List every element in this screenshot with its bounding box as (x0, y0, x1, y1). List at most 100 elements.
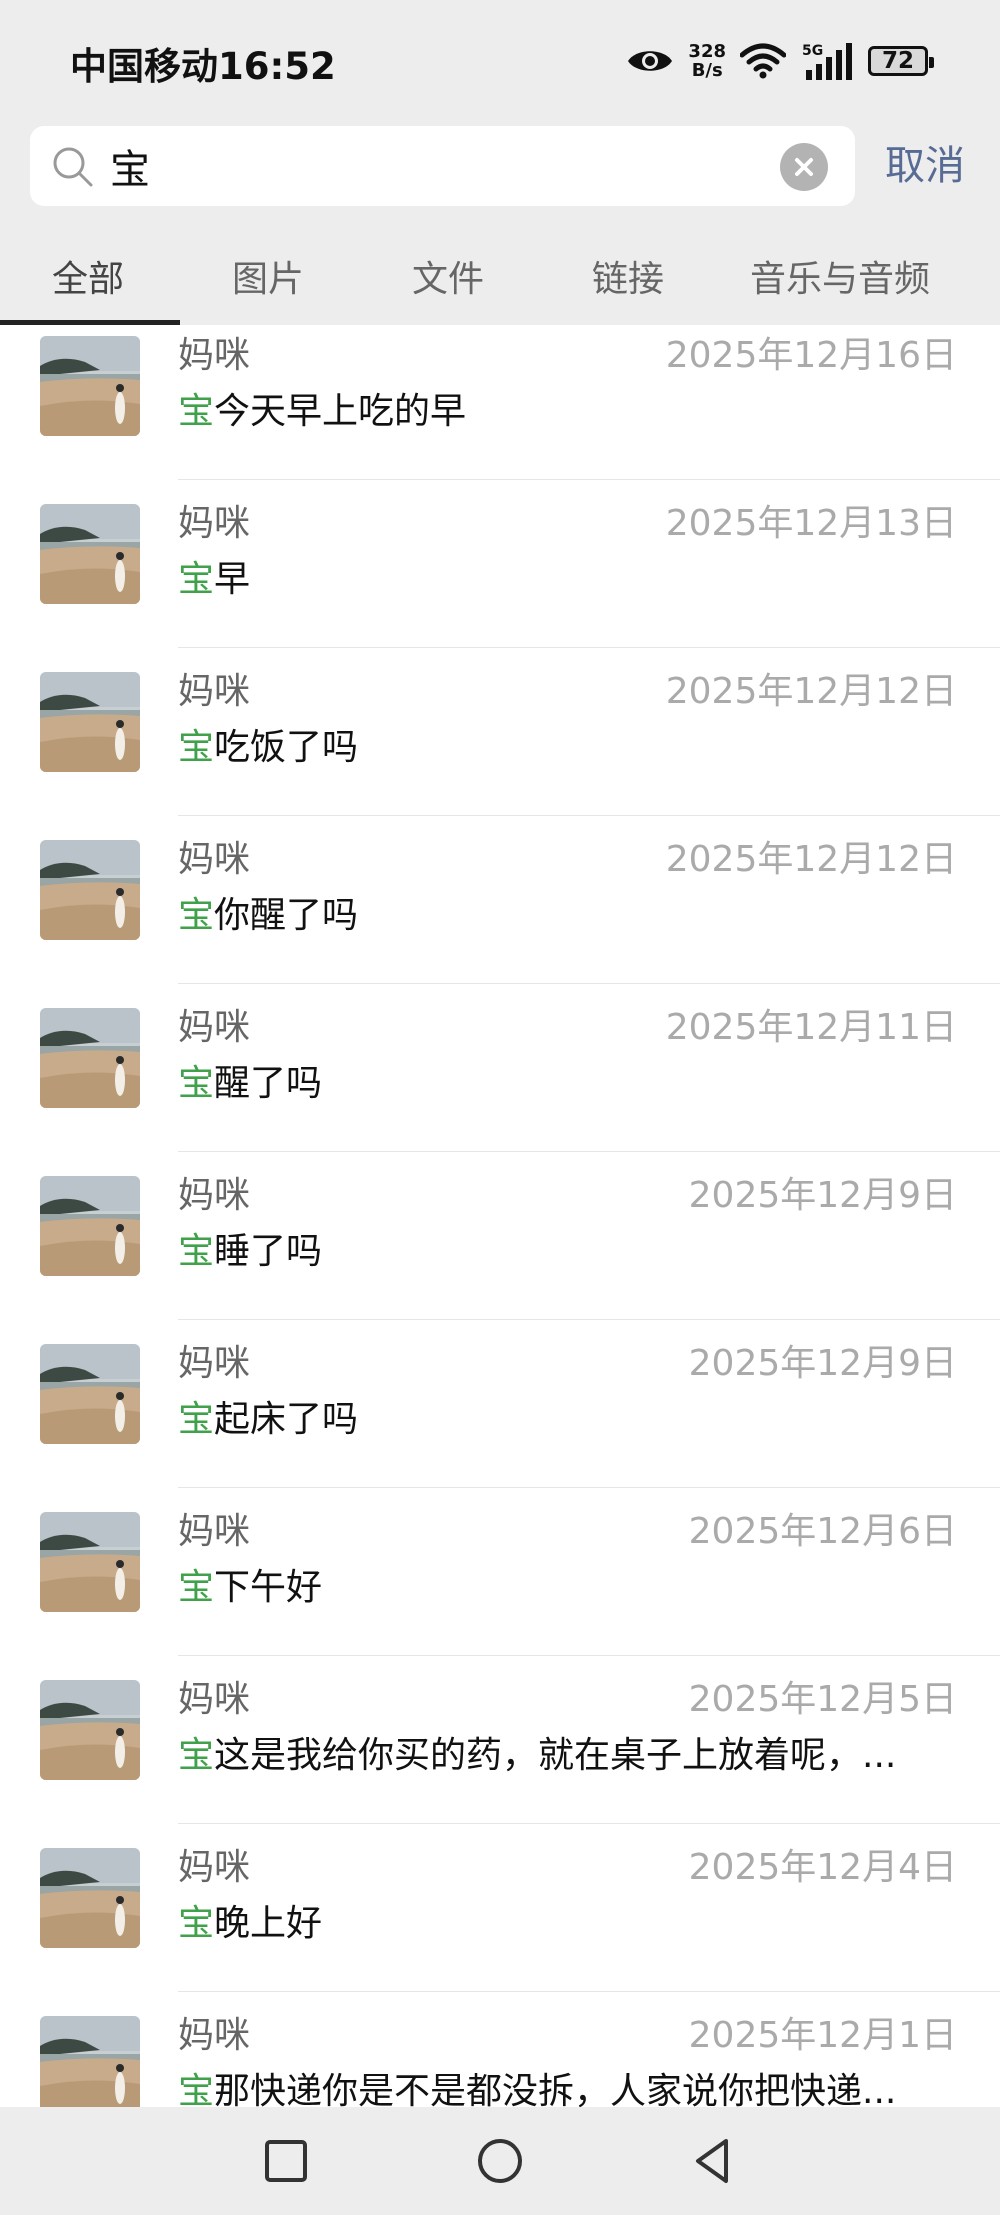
contact-name: 妈咪 (178, 1175, 251, 1216)
message-snippet: 宝吃饭了吗 (178, 718, 358, 770)
message-date: 2025年12月9日 (688, 1175, 957, 1216)
message-date: 2025年12月12日 (665, 671, 957, 712)
message-date: 2025年12月12日 (665, 839, 957, 880)
keyword-highlight: 宝 (178, 895, 215, 936)
keyword-highlight: 宝 (178, 1399, 215, 1440)
message-text: 吃饭了吗 (214, 727, 359, 768)
message-date: 2025年12月9日 (688, 1343, 957, 1384)
message-text: 起床了吗 (214, 1399, 359, 1440)
contact-name: 妈咪 (178, 1847, 251, 1888)
avatar (40, 1176, 140, 1276)
contact-name: 妈咪 (178, 671, 251, 712)
signal-icon: 5G (802, 43, 852, 80)
keyword-highlight: 宝 (178, 1231, 215, 1272)
search-box[interactable] (30, 126, 855, 206)
message-snippet: 宝早 (178, 550, 250, 602)
keyword-highlight: 宝 (178, 1903, 215, 1944)
contact-name: 妈咪 (178, 1343, 251, 1384)
status-bar: 中国移动16:52 328 B/s 5G 72 (0, 0, 1000, 120)
keyword-highlight: 宝 (178, 1735, 215, 1776)
home-icon[interactable] (472, 2133, 528, 2189)
result-item[interactable]: 妈咪 2025年12月12日宝吃饭了吗 (0, 648, 1000, 816)
keyword-highlight: 宝 (178, 559, 215, 600)
message-date: 2025年12月13日 (665, 503, 957, 544)
message-date: 2025年12月6日 (688, 1511, 957, 1552)
navigation-bar (0, 2107, 1000, 2215)
result-item[interactable]: 妈咪 2025年12月1日 宝那快递你是不是都没拆，人家说你把快递... (0, 1992, 1000, 2107)
message-text: 这是我给你买的药，就在桌子上放着呢，... (214, 1735, 897, 1776)
avatar (40, 1008, 140, 1108)
message-snippet: 宝醒了吗 (178, 1054, 322, 1106)
cancel-button[interactable]: 取消 (885, 134, 965, 198)
message-text: 那快递你是不是都没拆，人家说你把快递... (214, 2071, 897, 2107)
contact-name: 妈咪 (178, 503, 251, 544)
avatar (40, 840, 140, 940)
message-text: 睡了吗 (214, 1231, 323, 1272)
result-item[interactable]: 妈咪 2025年12月9日宝睡了吗 (0, 1152, 1000, 1320)
tab-files[interactable]: 文件 (412, 250, 484, 302)
avatar (40, 336, 140, 436)
result-item[interactable]: 妈咪 2025年12月11日宝醒了吗 (0, 984, 1000, 1152)
tab-links[interactable]: 链接 (592, 250, 664, 302)
result-item[interactable]: 妈咪 2025年12月16日宝今天早上吃的早 (0, 325, 1000, 480)
battery-level: 72 (881, 48, 914, 74)
message-date: 2025年12月5日 (688, 1679, 957, 1720)
avatar (40, 1848, 140, 1948)
contact-name: 妈咪 (178, 839, 251, 880)
message-snippet: 宝你醒了吗 (178, 886, 358, 938)
tab-images[interactable]: 图片 (232, 250, 304, 302)
contact-name: 妈咪 (178, 1511, 251, 1552)
message-text: 醒了吗 (214, 1063, 323, 1104)
eye-icon (628, 51, 673, 71)
contact-name: 妈咪 (178, 335, 251, 376)
message-snippet: 宝起床了吗 (178, 1390, 358, 1442)
avatar (40, 672, 140, 772)
tab-music-audio[interactable]: 音乐与音频 (750, 250, 930, 302)
message-text: 下午好 (214, 1567, 323, 1608)
message-snippet: 宝这是我给你买的药，就在桌子上放着呢，... (178, 1726, 896, 1778)
back-icon[interactable] (686, 2133, 742, 2189)
search-row: 取消 (0, 120, 1000, 220)
search-icon (53, 147, 93, 187)
message-text: 晚上好 (214, 1903, 323, 1944)
keyword-highlight: 宝 (178, 391, 215, 432)
tab-all[interactable]: 全部 (52, 250, 124, 302)
result-item[interactable]: 妈咪 2025年12月4日宝晚上好 (0, 1824, 1000, 1992)
carrier-time: 中国移动16:52 (70, 45, 336, 88)
avatar (40, 2016, 140, 2107)
net-speed: 328 B/s (688, 42, 726, 80)
message-text: 早 (214, 559, 251, 600)
clear-icon[interactable] (780, 143, 828, 191)
avatar (40, 1512, 140, 1612)
message-date: 2025年12月1日 (688, 2015, 957, 2056)
search-input[interactable] (110, 126, 790, 206)
search-results: 妈咪 2025年12月16日 宝今天早上吃的早 妈咪 2025年12月13日 宝早 妈咪 20… (0, 325, 1000, 2107)
message-snippet: 宝那快递你是不是都没拆，人家说你把快递... (178, 2062, 896, 2107)
status-icons: 328 B/s 5G 72 (626, 36, 934, 86)
contact-name: 妈咪 (178, 1679, 251, 1720)
message-date: 2025年12月16日 (665, 335, 957, 376)
result-item[interactable]: 妈咪 2025年12月13日宝早 (0, 480, 1000, 648)
result-item[interactable]: 妈咪 2025年12月9日宝起床了吗 (0, 1320, 1000, 1488)
result-item[interactable]: 妈咪 2025年12月6日宝下午好 (0, 1488, 1000, 1656)
message-snippet: 宝今天早上吃的早 (178, 382, 466, 434)
result-item[interactable]: 妈咪 2025年12月5日宝这是我给你买的药，就在桌子上放着呢，... (0, 1656, 1000, 1824)
network-type: 5G (802, 43, 823, 59)
message-date: 2025年12月11日 (665, 1007, 957, 1048)
message-text: 今天早上吃的早 (214, 391, 467, 432)
filter-tabs: 全部 图片 文件 链接 音乐与音频 (0, 230, 1000, 325)
message-snippet: 宝下午好 (178, 1558, 322, 1610)
avatar (40, 504, 140, 604)
message-date: 2025年12月4日 (688, 1847, 957, 1888)
avatar (40, 1344, 140, 1444)
recent-apps-icon[interactable] (258, 2133, 314, 2189)
result-item[interactable]: 妈咪 2025年12月12日宝你醒了吗 (0, 816, 1000, 984)
message-snippet: 宝睡了吗 (178, 1222, 322, 1274)
battery-icon: 72 (868, 46, 934, 76)
keyword-highlight: 宝 (178, 1063, 215, 1104)
contact-name: 妈咪 (178, 1007, 251, 1048)
keyword-highlight: 宝 (178, 727, 215, 768)
keyword-highlight: 宝 (178, 2071, 215, 2107)
message-text: 你醒了吗 (214, 895, 359, 936)
net-speed-value: 328 (688, 41, 726, 62)
